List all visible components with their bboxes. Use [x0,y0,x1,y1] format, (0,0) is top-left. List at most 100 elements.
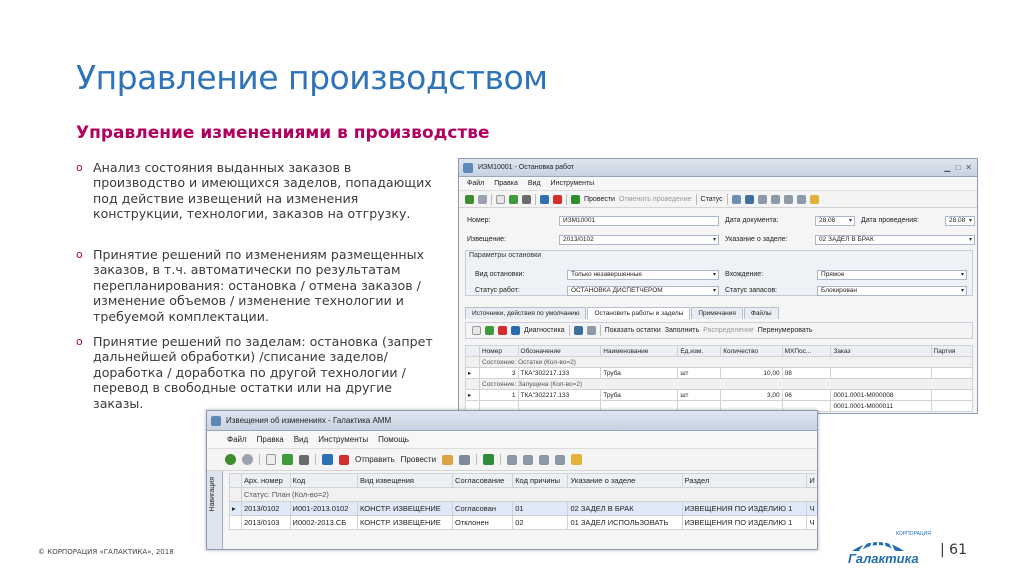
col-unit[interactable]: Ед.изм. [677,345,722,357]
delete-icon[interactable] [553,194,562,204]
cell: Труба [600,367,679,379]
post-date-field[interactable]: 28.08 [945,216,975,226]
grid-refresh-icon[interactable] [573,326,583,335]
attach-icon[interactable] [522,194,531,204]
col-mhpos[interactable]: МХПос... [781,345,832,357]
cell: 10,00 [720,367,783,379]
tab-notes[interactable]: Примечания [691,307,743,319]
nav-forward-icon[interactable] [478,194,487,204]
entry-field[interactable]: Прямое [817,270,967,280]
menu-tools[interactable]: Инструменты [551,180,595,187]
maximize-icon[interactable]: □ [955,163,960,172]
notice-field[interactable]: 2013/0102 [559,235,719,245]
distribution-button[interactable]: Распределение [703,327,754,334]
first-icon[interactable] [507,454,518,465]
table-row[interactable]: ▸ 3 ТКА"302217.133 Труба шт 10,00 08 [465,367,974,379]
grid-nav-icon[interactable] [586,326,596,335]
post-icon[interactable] [571,194,580,204]
add-icon[interactable] [282,454,293,465]
tab-stop-work[interactable]: Остановить работы и заделы [587,307,691,319]
minimize-icon[interactable]: ▁ [944,163,950,172]
menu-file[interactable]: Файл [227,435,247,444]
last-icon[interactable] [555,454,566,465]
col-reason-code[interactable]: Код причины [512,473,569,488]
show-stock-button[interactable]: Показать остатки [605,327,661,334]
col-qty[interactable]: Количество [720,345,783,357]
post-button[interactable]: Провести [584,196,615,203]
nav-back-icon[interactable] [465,194,474,204]
col-designation[interactable]: Обозначение [517,345,602,357]
table-row[interactable]: ▸ 2013/0102 И001-2013.0102 КОНСТР. ИЗВЕЩ… [229,501,817,516]
navigation-side-tab[interactable]: Навигация [207,471,223,549]
col-arch-number[interactable]: Арх. номер [241,473,291,488]
next-icon[interactable] [539,454,550,465]
doc-date-field[interactable]: 28.08 [815,216,855,226]
grid-new-icon[interactable] [472,326,481,335]
print-icon[interactable] [731,194,741,204]
refresh-icon[interactable] [744,194,754,204]
col-wip-instruction[interactable]: Указание о заделе [567,473,683,488]
add-icon[interactable] [509,194,518,204]
next-icon[interactable] [783,194,793,204]
work-status-field[interactable]: ОСТАНОВКА ДИСПЕТЧЕРОМ [567,286,719,296]
close-icon[interactable]: ✕ [965,163,972,172]
col-name[interactable]: Наименование [600,345,679,357]
menu-tools[interactable]: Инструменты [318,435,368,444]
diagnostics-button[interactable]: Диагностика [524,327,565,334]
delete-icon[interactable] [339,454,349,465]
grid-diag-icon[interactable] [511,326,520,335]
nav-forward-icon[interactable] [242,454,253,465]
col-order[interactable]: Заказ [830,345,932,357]
help-icon[interactable] [571,454,583,465]
menu-file[interactable]: Файл [467,180,484,187]
save-icon[interactable] [322,454,333,465]
post-button[interactable]: Провести [401,455,436,464]
prev-icon[interactable] [523,454,534,465]
col-section[interactable]: Раздел [681,473,808,488]
first-icon[interactable] [757,194,767,204]
menu-view[interactable]: Вид [528,180,541,187]
tab-files[interactable]: Файлы [743,307,779,319]
tab-sources[interactable]: Источники, действия по умолчанию [465,307,587,319]
col-number[interactable]: Номер [479,345,519,357]
group-row[interactable]: Состояние: Остатки (Кол-во=2) [465,356,973,368]
cell: шт [677,367,722,379]
send-button[interactable]: Отправить [355,455,395,464]
grid-add-icon[interactable] [485,326,494,335]
reason-field[interactable]: 02 ЗАДЕЛ В БРАК [815,235,975,245]
col-code[interactable]: Код [289,473,358,488]
table-row[interactable]: 2013/0103 И0002-2013.СБ КОНСТР. ИЗВЕЩЕНИ… [229,515,817,530]
renumber-button[interactable]: Перенумеровать [758,327,813,334]
new-doc-icon[interactable] [266,454,276,465]
attach-icon[interactable] [299,454,309,465]
grid-delete-icon[interactable] [498,326,507,335]
unpost-button[interactable]: Отменить проведение [619,196,692,203]
cell [930,389,974,401]
group-row[interactable]: Состояние: Запущена (Кол-во=2) [465,378,973,390]
stock-status-field[interactable]: Блокирован [817,286,967,296]
stop-kind-field[interactable]: Только незавершенные [567,270,719,280]
menu-help[interactable]: Помощь [378,435,409,444]
export-icon[interactable] [459,454,471,465]
fill-button[interactable]: Заполнить [665,327,699,334]
menu-edit[interactable]: Правка [494,180,518,187]
status-button[interactable]: Статус [701,196,723,203]
folder-icon[interactable] [442,454,454,465]
new-doc-icon[interactable] [496,194,505,204]
group-row[interactable]: Статус: План (Кол-во=2) [229,487,817,502]
last-icon[interactable] [796,194,806,204]
help-icon[interactable] [809,194,819,204]
col-extra[interactable]: И [806,473,817,488]
col-notice-kind[interactable]: Вид извещения [356,473,454,488]
save-icon[interactable] [540,194,549,204]
cell: Ч [806,515,817,530]
menu-edit[interactable]: Правка [257,435,284,444]
col-batch[interactable]: Партия [930,345,974,357]
col-approval[interactable]: Согласование [452,473,514,488]
refresh-icon[interactable] [483,454,495,465]
number-field[interactable]: ИЗМ10001 [559,216,719,226]
prev-icon[interactable] [770,194,780,204]
menu-view[interactable]: Вид [294,435,308,444]
table-row[interactable]: ▸ 1 ТКА"302217.133 Труба шт 3,00 06 0001… [465,389,974,401]
nav-back-icon[interactable] [225,454,236,465]
